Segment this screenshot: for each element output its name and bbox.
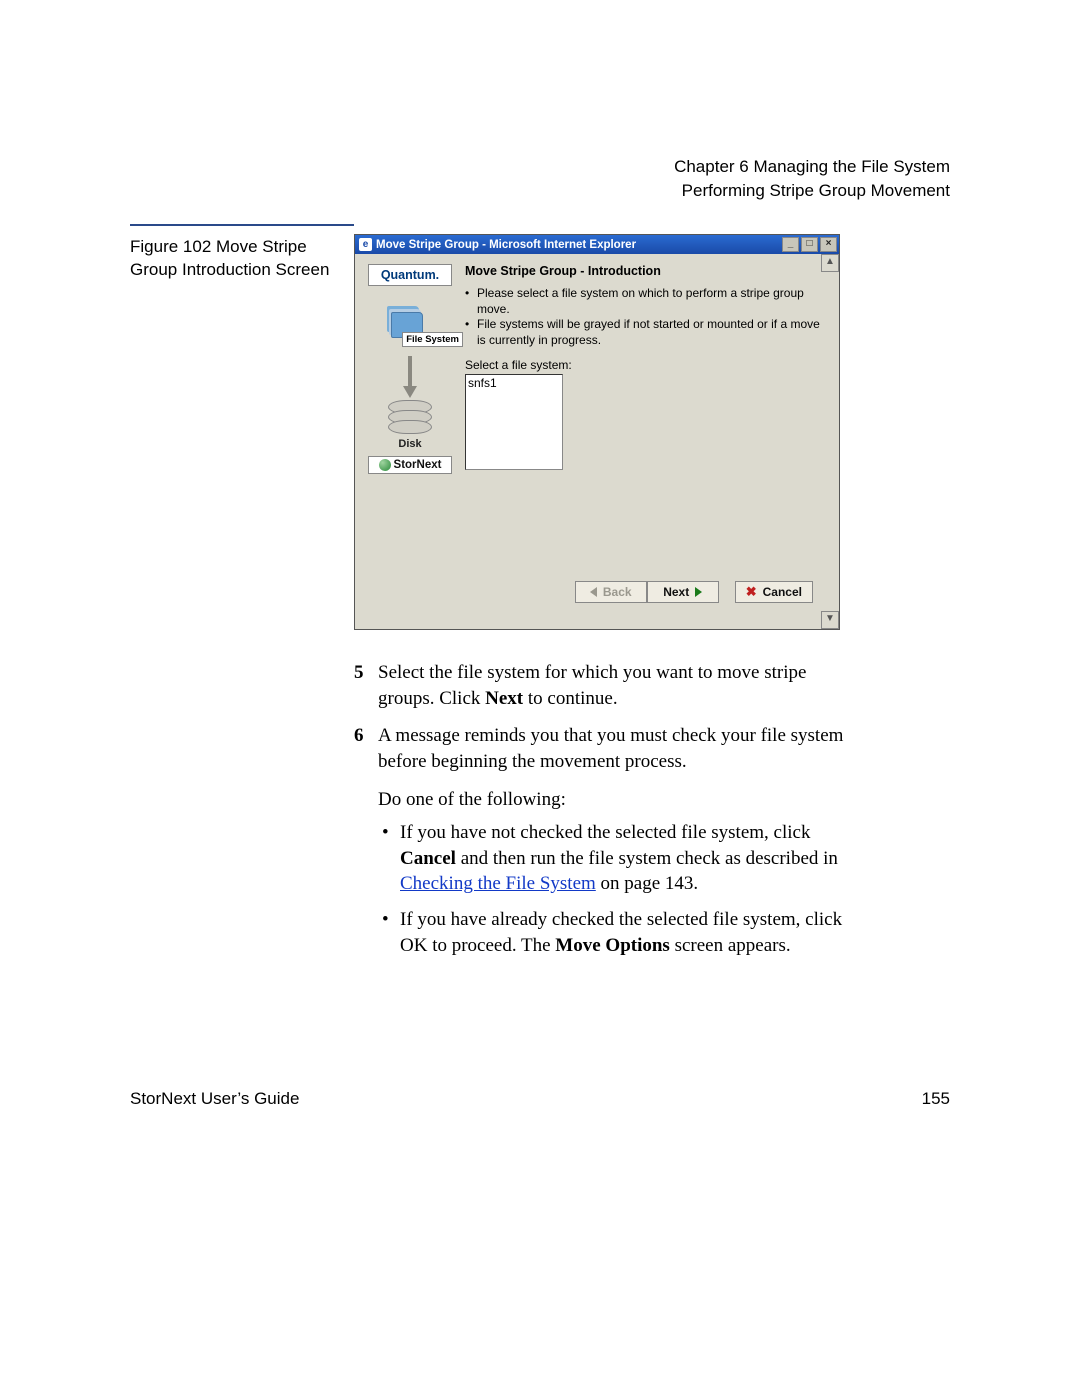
step-5-body: Select the file system for which you wan… bbox=[378, 660, 854, 711]
figure-rule bbox=[130, 224, 354, 226]
back-button-label: Back bbox=[603, 585, 632, 599]
window-body: Quantum. File System bbox=[355, 254, 839, 629]
b1-b: and then run the file system check as de… bbox=[456, 848, 838, 869]
content-row: Quantum. File System bbox=[355, 254, 839, 575]
scroll-up-button[interactable]: ▲ bbox=[821, 254, 839, 272]
maximize-button[interactable]: □ bbox=[801, 237, 818, 252]
product-label: StorNext bbox=[394, 459, 442, 471]
b1-bold: Cancel bbox=[400, 848, 456, 869]
wizard-buttons: Back Next ✖ Cancel bbox=[355, 575, 839, 629]
filesystem-illustration: File System bbox=[381, 292, 439, 350]
scroll-down-button[interactable]: ▼ bbox=[821, 611, 839, 629]
page-header-right: Chapter 6 Managing the File System Perfo… bbox=[674, 155, 950, 203]
step-5-text-b: to continue. bbox=[523, 688, 617, 709]
figure-caption: Figure 102 Move Stripe Group Introductio… bbox=[130, 236, 354, 282]
intro-bullet-1: Please select a file system on which to … bbox=[465, 286, 831, 317]
step-5: 5 Select the file system for which you w… bbox=[354, 660, 854, 711]
b2-b: screen appears. bbox=[670, 935, 791, 956]
window-titlebar: e Move Stripe Group - Microsoft Internet… bbox=[355, 235, 839, 254]
checking-fs-link[interactable]: Checking the File System bbox=[400, 873, 596, 894]
section-line: Performing Stripe Group Movement bbox=[674, 179, 950, 203]
next-button[interactable]: Next bbox=[647, 581, 719, 603]
disk-illustration: Disk bbox=[388, 404, 432, 450]
document-page: Chapter 6 Managing the File System Perfo… bbox=[0, 0, 1080, 1397]
step-6-number: 6 bbox=[354, 723, 378, 774]
window-controls: _ □ × bbox=[782, 237, 839, 252]
screenshot-container: e Move Stripe Group - Microsoft Internet… bbox=[354, 234, 840, 630]
window-frame: e Move Stripe Group - Microsoft Internet… bbox=[354, 234, 840, 630]
triangle-right-icon bbox=[695, 587, 702, 597]
sub-bullets: If you have not checked the selected fil… bbox=[378, 820, 854, 958]
b1-c: on page 143. bbox=[596, 873, 698, 894]
do-one-of: Do one of the following: bbox=[378, 787, 854, 813]
b1-a: If you have not checked the selected fil… bbox=[400, 822, 810, 843]
close-button[interactable]: × bbox=[820, 237, 837, 252]
back-button[interactable]: Back bbox=[575, 581, 647, 603]
product-box: StorNext bbox=[368, 456, 452, 474]
window-title: Move Stripe Group - Microsoft Internet E… bbox=[376, 239, 636, 251]
intro-bullet-2: File systems will be grayed if not start… bbox=[465, 317, 831, 348]
next-button-label: Next bbox=[663, 585, 689, 599]
arrow-down-icon bbox=[403, 356, 417, 398]
step-5-number: 5 bbox=[354, 660, 378, 711]
brand-label: Quantum. bbox=[381, 268, 439, 282]
wizard-side-graphic: Quantum. File System bbox=[365, 264, 455, 571]
sub-bullet-1: If you have not checked the selected fil… bbox=[378, 820, 854, 897]
filesystem-option[interactable]: snfs1 bbox=[468, 376, 560, 390]
minimize-button[interactable]: _ bbox=[782, 237, 799, 252]
x-icon: ✖ bbox=[746, 584, 757, 600]
disk-icon bbox=[388, 420, 432, 434]
step-5-bold: Next bbox=[485, 688, 523, 709]
step-6-body: A message reminds you that you must chec… bbox=[378, 723, 854, 774]
intro-bullets: Please select a file system on which to … bbox=[465, 286, 831, 348]
footer-page-number: 155 bbox=[922, 1089, 950, 1109]
wizard-main: Move Stripe Group - Introduction Please … bbox=[465, 264, 831, 571]
triangle-left-icon bbox=[590, 587, 597, 597]
chapter-line: Chapter 6 Managing the File System bbox=[674, 155, 950, 179]
figure-caption-line2: Introduction Screen bbox=[182, 260, 329, 279]
globe-icon bbox=[379, 459, 391, 471]
sub-bullet-2: If you have already checked the selected… bbox=[378, 907, 854, 958]
cancel-button[interactable]: ✖ Cancel bbox=[735, 581, 813, 603]
ie-icon: e bbox=[359, 238, 372, 251]
footer-guide-title: StorNext User’s Guide bbox=[130, 1089, 299, 1109]
select-filesystem-label: Select a file system: bbox=[465, 358, 831, 372]
brand-box: Quantum. bbox=[368, 264, 452, 286]
disk-label: Disk bbox=[398, 438, 421, 450]
intro-heading: Move Stripe Group - Introduction bbox=[465, 264, 831, 278]
filesystem-label: File System bbox=[402, 332, 463, 347]
step-6: 6 A message reminds you that you must ch… bbox=[354, 723, 854, 774]
b2-bold: Move Options bbox=[555, 935, 670, 956]
instruction-text: 5 Select the file system for which you w… bbox=[354, 660, 854, 968]
cancel-button-label: Cancel bbox=[763, 585, 802, 599]
filesystem-listbox[interactable]: snfs1 bbox=[465, 374, 563, 470]
